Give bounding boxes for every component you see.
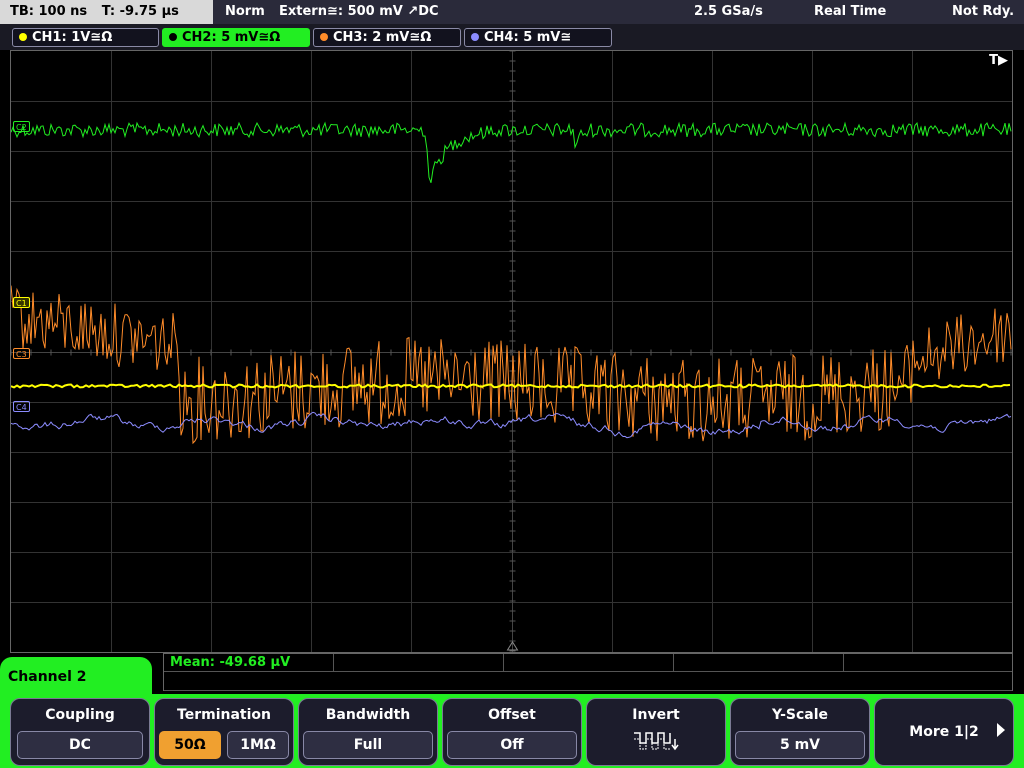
more-softkey[interactable]: More 1|2 xyxy=(874,698,1014,766)
ch3-dot-icon xyxy=(320,33,328,41)
tab-ch1-label: CH1: 1V≅Ω xyxy=(32,30,113,45)
yscale-value[interactable]: 5 mV xyxy=(735,731,865,759)
ch2-level-marker[interactable]: C2 xyxy=(13,121,30,132)
acquisition-mode: Real Time xyxy=(814,4,887,19)
tab-ch3[interactable]: CH3: 2 mV≅Ω xyxy=(313,28,461,47)
bandwidth-value[interactable]: Full xyxy=(303,731,433,759)
trigger-mode[interactable]: Norm xyxy=(225,0,265,24)
channel-tabs: CH1: 1V≅Ω CH2: 5 mV≅Ω CH3: 2 mV≅Ω CH4: 5… xyxy=(0,24,1024,50)
trigger-source[interactable]: Extern≅: 500 mV ↗DC xyxy=(279,0,439,24)
ch4-dot-icon xyxy=(471,33,479,41)
bandwidth-softkey[interactable]: Bandwidth Full xyxy=(298,698,438,766)
coupling-softkey[interactable]: Coupling DC xyxy=(10,698,150,766)
measure-row-2 xyxy=(164,672,1012,691)
termination-1mohm-button[interactable]: 1MΩ xyxy=(227,731,289,759)
termination-softkey[interactable]: Termination 50Ω 1MΩ xyxy=(154,698,294,766)
measure-cell[interactable] xyxy=(334,654,504,672)
status-bar: TB: 100 ns T: -9.75 µs Norm Extern≅: 500… xyxy=(0,0,1024,24)
yscale-title: Y-Scale xyxy=(771,707,828,723)
inverted-square-wave-icon xyxy=(587,729,725,755)
tab-ch3-label: CH3: 2 mV≅Ω xyxy=(333,30,432,45)
measure-cell-mean[interactable]: Mean: -49.68 µV xyxy=(164,654,334,672)
termination-title: Termination xyxy=(177,707,271,723)
measure-cell[interactable] xyxy=(674,654,844,672)
menu-title: Channel 2 xyxy=(0,657,152,697)
mean-value: Mean: -49.68 µV xyxy=(170,655,291,670)
ch2-dot-icon xyxy=(169,33,177,41)
tab-ch2[interactable]: CH2: 5 mV≅Ω xyxy=(162,28,310,47)
offset-value[interactable]: Off xyxy=(447,731,577,759)
yscale-softkey[interactable]: Y-Scale 5 mV xyxy=(730,698,870,766)
ch4-level-marker[interactable]: C4 xyxy=(13,401,30,412)
acquisition-status: Not Rdy. xyxy=(952,4,1015,19)
tab-ch4[interactable]: CH4: 5 mV≅ xyxy=(464,28,612,47)
offset-title: Offset xyxy=(488,707,536,723)
ch1-dot-icon xyxy=(19,33,27,41)
bandwidth-title: Bandwidth xyxy=(325,707,411,723)
sample-rate: 2.5 GSa/s xyxy=(694,4,763,19)
ch1-trace xyxy=(11,383,1011,389)
tab-ch2-label: CH2: 5 mV≅Ω xyxy=(182,30,281,45)
ch1-level-marker[interactable]: C1 xyxy=(13,297,30,308)
coupling-title: Coupling xyxy=(45,707,115,723)
trigger-position-marker: T▶ xyxy=(989,53,1008,68)
timebase-label: TB: 100 ns xyxy=(10,4,88,19)
coupling-value[interactable]: DC xyxy=(17,731,143,759)
invert-title: Invert xyxy=(632,707,680,723)
arrow-right-icon xyxy=(997,723,1005,737)
more-label: More 1|2 xyxy=(909,724,979,740)
termination-50ohm-button[interactable]: 50Ω xyxy=(159,731,221,759)
tab-ch1[interactable]: CH1: 1V≅Ω xyxy=(12,28,159,47)
measurement-panel: Mean: -49.68 µV xyxy=(163,653,1013,691)
invert-softkey[interactable]: Invert xyxy=(586,698,726,766)
waveform-display[interactable]: C2 C1 C3 C4 T▶ xyxy=(10,50,1013,653)
offset-softkey[interactable]: Offset Off xyxy=(442,698,582,766)
measure-cell[interactable] xyxy=(844,654,1012,672)
measure-cell[interactable] xyxy=(504,654,674,672)
ch2-trace xyxy=(11,121,1012,183)
ch3-level-marker[interactable]: C3 xyxy=(13,348,30,359)
tab-ch4-label: CH4: 5 mV≅ xyxy=(484,30,572,45)
trigger-time-label: T: -9.75 µs xyxy=(101,4,179,19)
waveform-canvas xyxy=(11,51,1012,652)
timebase-box[interactable]: TB: 100 ns T: -9.75 µs xyxy=(0,0,213,24)
